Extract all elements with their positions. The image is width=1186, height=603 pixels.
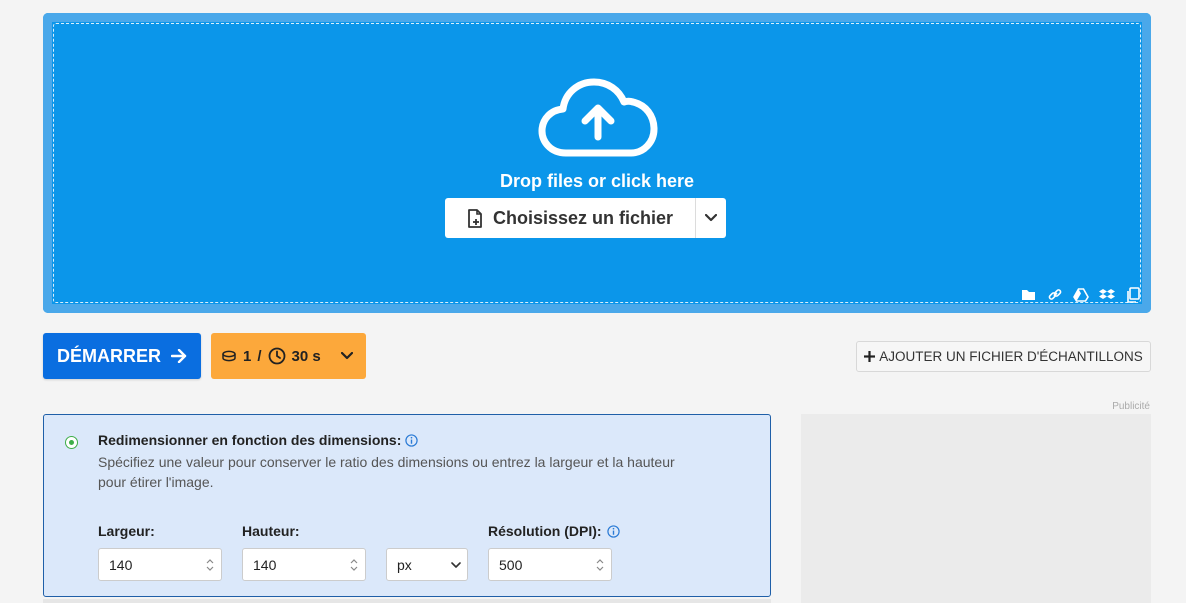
option-title: Redimensionner en fonction des dimension… [98,432,419,448]
add-sample-file-label: AJOUTER UN FICHIER D'ÉCHANTILLONS [879,349,1143,364]
add-file-icon [468,208,482,228]
clock-icon [268,347,285,365]
choose-file-button[interactable]: Choisissez un fichier [445,198,695,238]
clipboard-icon[interactable] [1125,287,1141,303]
coins-icon [222,350,236,362]
option-title-text: Redimensionner en fonction des dimension… [98,432,402,448]
chevron-down-icon [451,562,461,568]
google-drive-icon[interactable] [1073,287,1089,303]
stepper-arrows-icon[interactable] [595,556,605,574]
unit-select[interactable]: px [386,548,468,581]
chevron-down-icon [340,352,353,360]
start-label: DÉMARRER [56,345,161,366]
resize-options-panel: Redimensionner en fonction des dimension… [43,414,771,597]
drop-prompt: Drop files or click here [499,171,695,191]
file-dropzone[interactable]: Drop files or click here Choisissez un f… [43,13,1151,313]
resize-by-dimensions-radio[interactable] [65,436,78,449]
credits-button[interactable]: 1 / 30 s [211,333,366,379]
arrow-right-icon [171,349,187,363]
resolution-label-text: Résolution (DPI): [488,523,602,539]
dropbox-icon[interactable] [1099,287,1115,303]
link-icon[interactable] [1047,287,1063,303]
choose-source-dropdown[interactable] [695,198,726,238]
chevron-down-icon [705,214,717,222]
add-sample-file-button[interactable]: AJOUTER UN FICHIER D'ÉCHANTILLONS [856,341,1151,372]
next-option-edge [43,599,771,603]
width-input[interactable]: 140 [98,548,222,581]
resolution-input[interactable]: 500 [488,548,612,581]
choose-file-group: Choisissez un fichier [445,198,726,238]
info-icon[interactable] [405,433,419,447]
folder-icon[interactable] [1021,287,1037,303]
width-label-text: Largeur: [98,523,155,539]
option-description: Spécifiez une valeur pour conserver le r… [98,454,675,490]
ad-placeholder [801,414,1151,603]
height-label-text: Hauteur: [242,523,300,539]
stepper-arrows-icon[interactable] [349,556,359,574]
resolution-label: Résolution (DPI): [488,523,620,539]
height-label: Hauteur: [242,523,300,539]
start-button[interactable]: DÉMARRER [43,333,201,379]
source-icons [1021,287,1141,303]
width-value: 140 [109,556,133,573]
resolution-value: 500 [499,556,523,573]
cloud-upload-icon [538,78,658,157]
credits-separator: / [257,347,262,365]
time-label: 30 s [291,347,321,365]
unit-value: px [397,556,412,573]
stepper-arrows-icon[interactable] [205,556,215,574]
credits-count: 1 [243,347,252,365]
height-input[interactable]: 140 [242,548,366,581]
height-value: 140 [253,556,277,573]
ad-label: Publicité [1112,401,1150,412]
choose-file-label: Choisissez un fichier [492,207,674,228]
info-icon[interactable] [606,524,620,538]
width-label: Largeur: [98,523,155,539]
dropzone-border [53,23,1141,303]
plus-icon [864,351,876,362]
